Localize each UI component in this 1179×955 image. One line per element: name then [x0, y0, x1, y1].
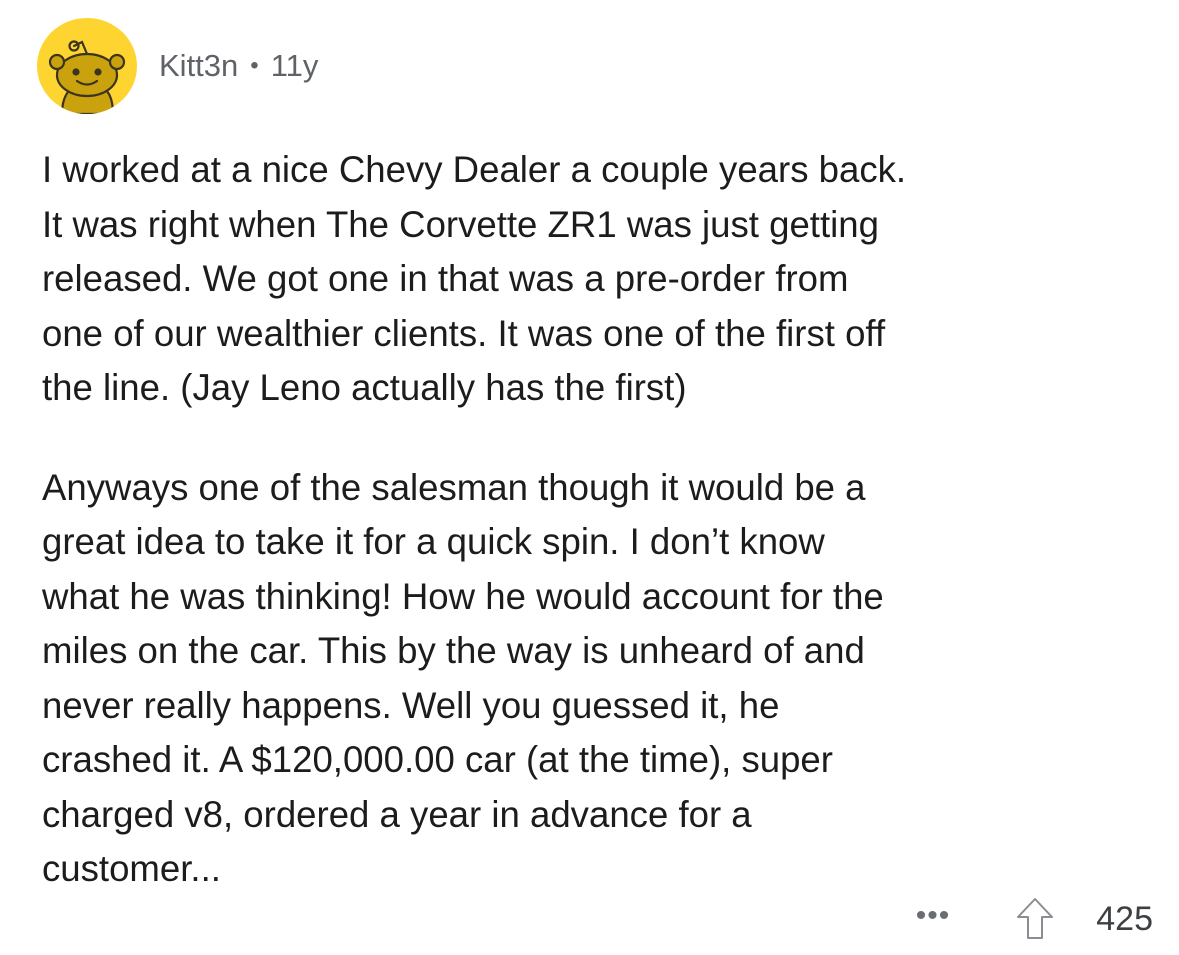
comment-meta: Kitt3n • 11y [159, 48, 318, 84]
vote-score: 425 [1096, 899, 1153, 938]
comment-paragraph: Anyways one of the salesman though it wo… [42, 466, 884, 890]
snoo-avatar-icon[interactable] [37, 18, 137, 114]
comment-body: I worked at a nice Chevy Dealer a couple… [42, 143, 1152, 897]
more-options-icon[interactable]: ••• [916, 901, 951, 931]
username-link[interactable]: Kitt3n [159, 48, 238, 84]
comment-age: 11y [270, 48, 319, 83]
upvote-arrow-icon[interactable] [1016, 897, 1054, 941]
comment-card: Kitt3n • 11y I worked at a nice Chevy De… [0, 0, 1179, 955]
meta-separator: • [250, 52, 259, 79]
comment-actions: ••• 425 [916, 893, 1153, 945]
comment-paragraph: I worked at a nice Chevy Dealer a couple… [42, 149, 907, 408]
comment-header: Kitt3n • 11y [37, 18, 318, 114]
